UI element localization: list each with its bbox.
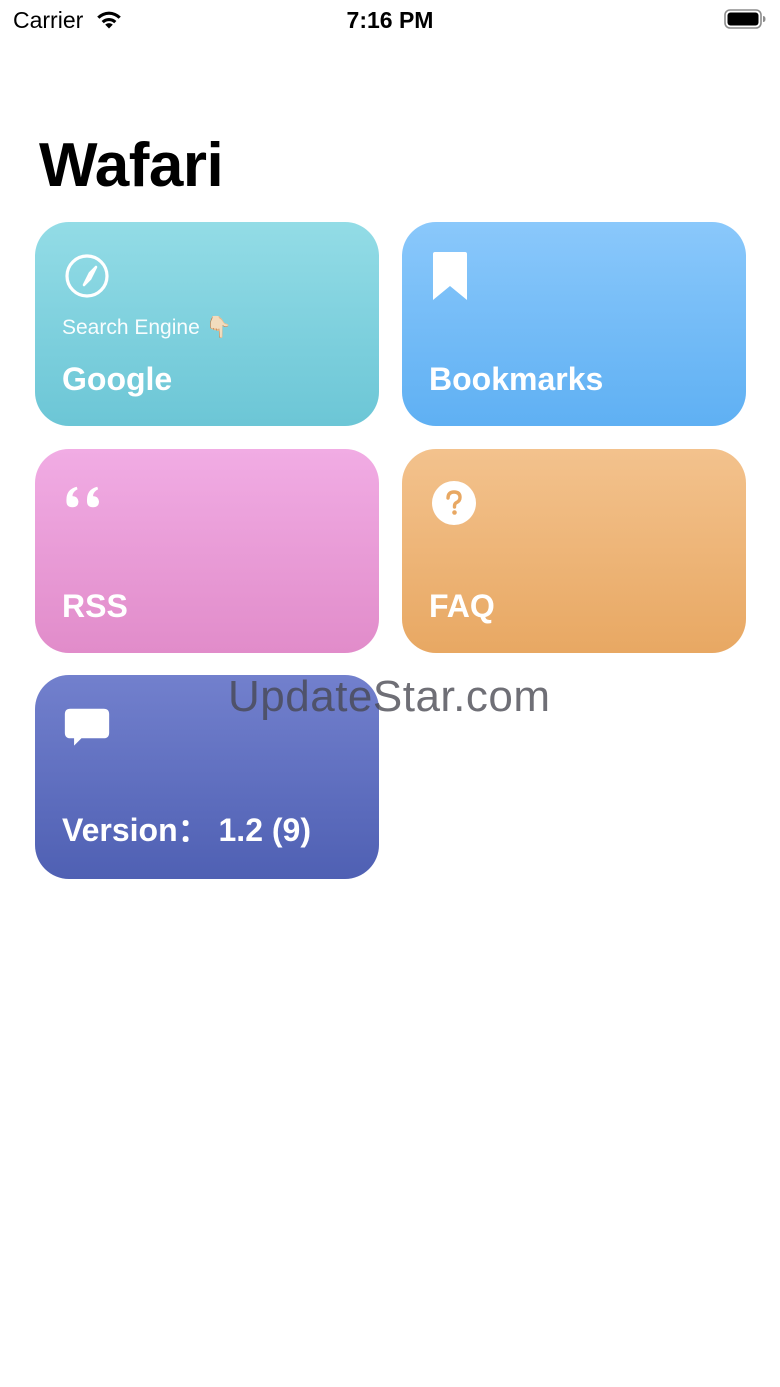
faq-card-label: FAQ bbox=[429, 588, 495, 624]
bookmarks-card[interactable]: Bookmarks bbox=[402, 222, 746, 426]
bookmarks-card-label: Bookmarks bbox=[429, 361, 604, 397]
status-time: 7:16 PM bbox=[346, 7, 434, 33]
bookmark-icon bbox=[433, 252, 467, 300]
app-screen: Carrier 7:16 PM Wafari Search Engine 👇🏻 … bbox=[0, 0, 780, 1387]
rss-card-label: RSS bbox=[62, 588, 128, 624]
google-card-subtitle: Search Engine 👇🏻 bbox=[62, 316, 232, 339]
battery-icon bbox=[724, 9, 766, 29]
rss-card[interactable]: RSS bbox=[35, 449, 379, 653]
google-card[interactable]: Search Engine 👇🏻 Google bbox=[35, 222, 379, 426]
chat-bubble-icon bbox=[64, 708, 110, 746]
page-title: Wafari bbox=[39, 131, 224, 200]
status-bar: Carrier 7:16 PM bbox=[0, 0, 780, 40]
google-card-label: Google bbox=[62, 361, 173, 397]
quote-icon bbox=[66, 486, 99, 508]
compass-icon bbox=[65, 254, 109, 298]
version-card[interactable]: Version： 1.2 (9) bbox=[35, 675, 379, 879]
faq-card[interactable]: FAQ bbox=[402, 449, 746, 653]
question-circle-icon bbox=[432, 481, 476, 525]
version-card-label: Version： 1.2 (9) bbox=[62, 812, 311, 848]
